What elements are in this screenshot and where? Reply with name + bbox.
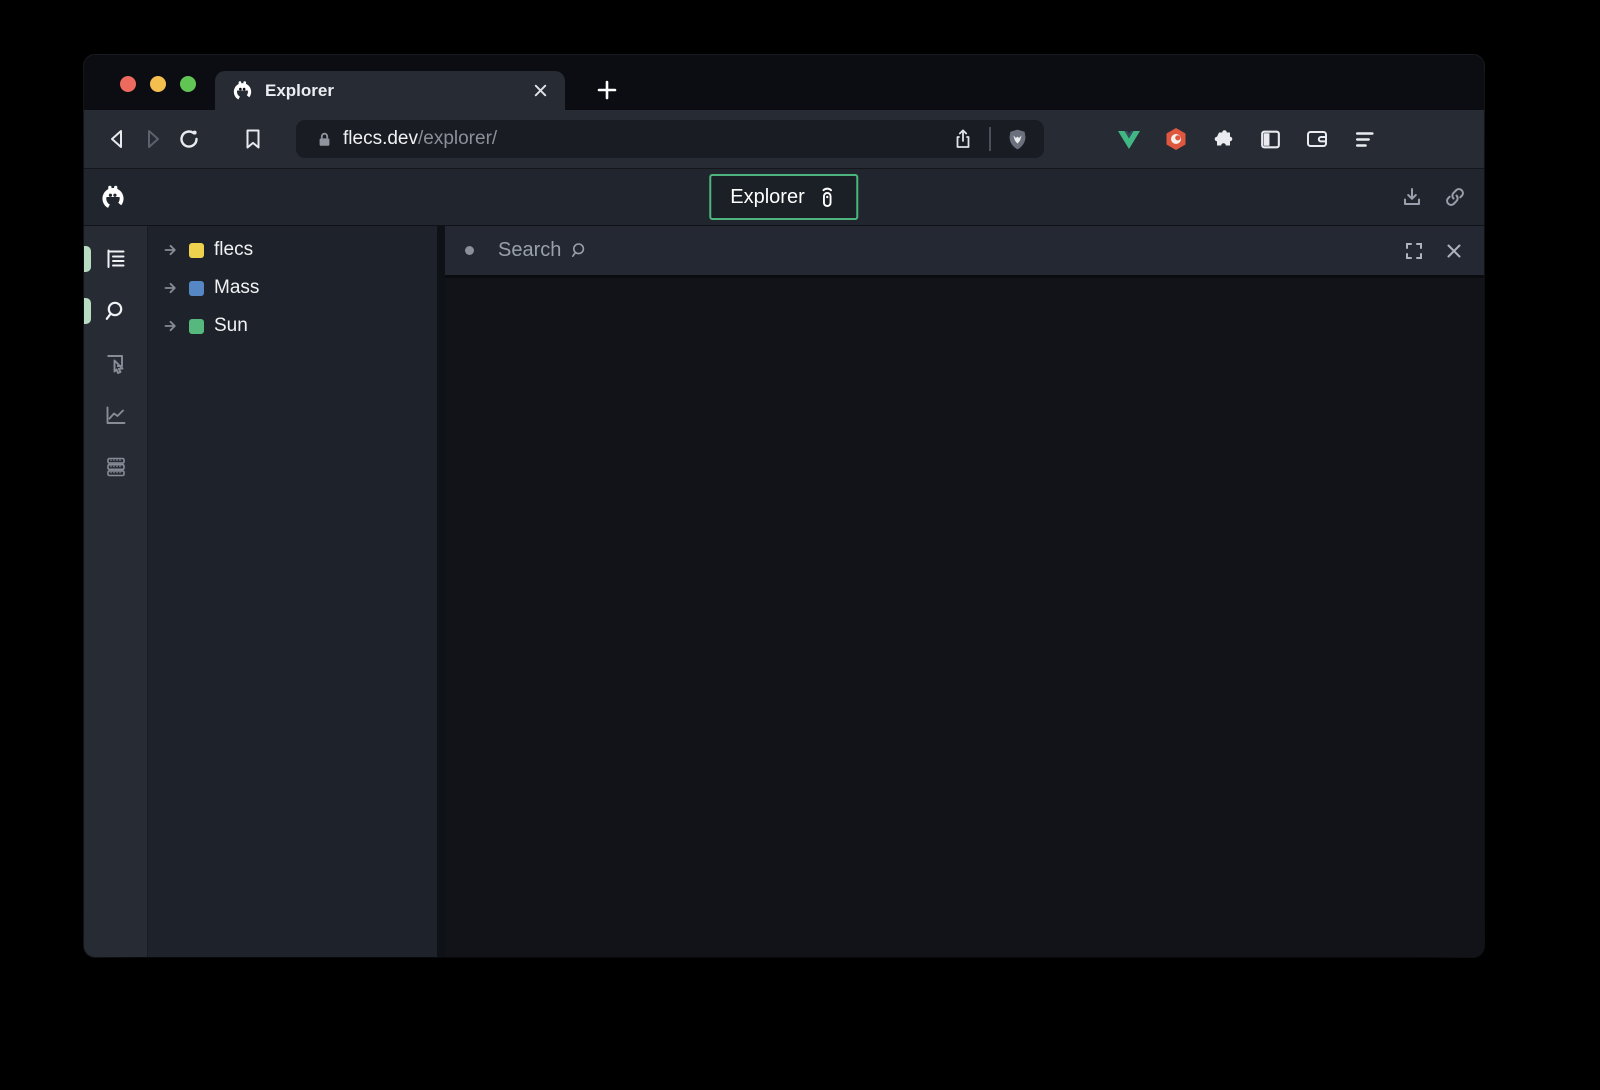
tab-title: Explorer [265, 81, 532, 101]
tree-view-icon[interactable] [103, 246, 129, 272]
expand-arrow-icon[interactable] [163, 318, 179, 334]
entity-color-swatch [189, 243, 204, 258]
url-path: /explorer/ [418, 128, 497, 149]
tab-strip: Explorer [84, 55, 1484, 110]
sidebar-toggle-icon[interactable] [1257, 126, 1283, 152]
traffic-lights [120, 76, 196, 92]
query-placeholder: Search [498, 239, 561, 262]
address-bar[interactable]: flecs.dev/explorer/ [296, 120, 1044, 158]
icon-rail [84, 226, 148, 957]
share-icon[interactable] [951, 127, 975, 151]
tree-active-indicator [84, 246, 91, 272]
entity-color-swatch [189, 281, 204, 296]
url-text[interactable]: flecs.dev/explorer/ [343, 128, 951, 150]
search-icon[interactable] [103, 298, 129, 324]
new-tab-icon[interactable] [594, 77, 620, 103]
entity-color-swatch [189, 319, 204, 334]
tree-item-sun[interactable]: Sun [148, 307, 437, 345]
stats-chart-icon[interactable] [103, 402, 129, 428]
lock-icon [316, 131, 333, 148]
panel-splitter[interactable] [437, 226, 445, 957]
tree-item-label: flecs [214, 239, 253, 261]
extensions-group [1116, 126, 1377, 152]
query-status-dot [465, 246, 474, 255]
explorer-body: flecs Mass Sun [84, 225, 1484, 957]
tree-item-label: Sun [214, 315, 248, 337]
toolbar-divider [989, 127, 991, 151]
tree-item-mass[interactable]: Mass [148, 269, 437, 307]
query-panel: Search [445, 226, 1484, 957]
flecs-logo-icon[interactable] [99, 183, 127, 211]
query-header-actions [1404, 241, 1463, 261]
fullscreen-icon[interactable] [1404, 241, 1424, 261]
explorer-header: Explorer [84, 168, 1484, 225]
explorer-header-actions [1400, 185, 1467, 209]
explorer-title-button[interactable]: Explorer [709, 174, 858, 220]
remote-control-icon [818, 185, 838, 209]
forward-icon[interactable] [140, 126, 166, 152]
close-tab-icon[interactable] [532, 82, 549, 99]
query-header: Search [445, 226, 1484, 278]
search-glass-icon [570, 241, 589, 260]
query-search-input[interactable]: Search [498, 239, 589, 262]
back-icon[interactable] [104, 126, 130, 152]
memory-rows-icon[interactable] [103, 454, 129, 480]
browser-tab-explorer[interactable]: Explorer [215, 71, 565, 110]
flecs-favicon [231, 79, 254, 102]
expand-arrow-icon[interactable] [163, 242, 179, 258]
explorer-title: Explorer [730, 186, 804, 209]
hexagon-extension-icon[interactable] [1163, 126, 1189, 152]
query-results-area [445, 278, 1484, 957]
close-panel-icon[interactable] [1445, 242, 1463, 260]
browser-toolbar: flecs.dev/explorer/ [84, 110, 1484, 168]
reload-icon[interactable] [176, 126, 202, 152]
bookmark-icon[interactable] [240, 126, 266, 152]
brave-shield-icon[interactable] [1005, 127, 1030, 152]
tree-item-label: Mass [214, 277, 259, 299]
tree-item-flecs[interactable]: flecs [148, 231, 437, 269]
close-window-button[interactable] [120, 76, 136, 92]
wallet-icon[interactable] [1304, 126, 1330, 152]
menu-icon[interactable] [1351, 126, 1377, 152]
minimize-window-button[interactable] [150, 76, 166, 92]
vue-devtools-icon[interactable] [1116, 126, 1142, 152]
expand-arrow-icon[interactable] [163, 280, 179, 296]
entity-tree-panel: flecs Mass Sun [148, 226, 437, 957]
extensions-puzzle-icon[interactable] [1210, 126, 1236, 152]
search-active-indicator [84, 298, 91, 324]
url-domain: flecs.dev [343, 128, 418, 149]
link-icon[interactable] [1443, 185, 1467, 209]
inspect-icon[interactable] [103, 350, 129, 376]
browser-window: Explorer [84, 55, 1484, 957]
download-icon[interactable] [1400, 185, 1424, 209]
zoom-window-button[interactable] [180, 76, 196, 92]
